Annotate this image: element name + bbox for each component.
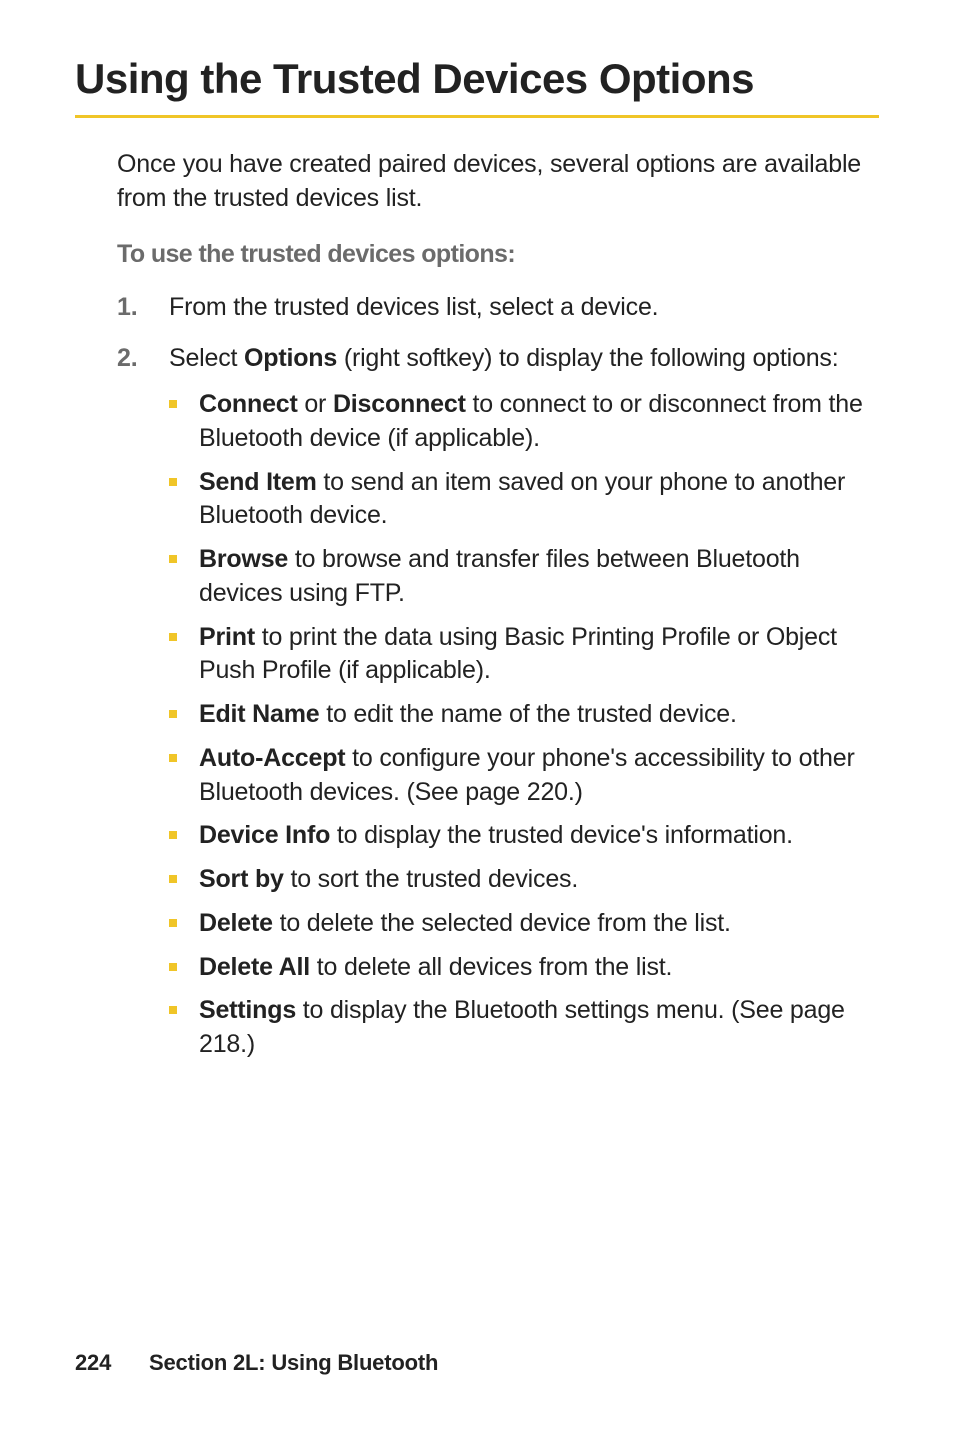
step-marker: 1.	[117, 291, 169, 325]
option-item: Settings to display the Bluetooth settin…	[169, 994, 879, 1062]
option-item: Delete to delete the selected device fro…	[169, 907, 879, 941]
option-text: Print to print the data using Basic Prin…	[199, 621, 879, 689]
option-rest: to print the data using Basic Printing P…	[199, 623, 837, 685]
option-rest: to edit the name of the trusted device.	[319, 700, 736, 728]
option-text: Delete All to delete all devices from th…	[199, 951, 879, 985]
step-marker: 2.	[117, 342, 169, 376]
option-bold: Browse	[199, 545, 288, 573]
step-prefix: Select	[169, 344, 244, 372]
option-bold: Settings	[199, 996, 296, 1024]
option-bold: Delete All	[199, 953, 310, 981]
bullet-icon	[169, 698, 199, 718]
option-item: Auto-Accept to configure your phone's ac…	[169, 742, 879, 810]
option-item: Edit Name to edit the name of the truste…	[169, 698, 879, 732]
option-text: Auto-Accept to configure your phone's ac…	[199, 742, 879, 810]
option-rest: to delete all devices from the list.	[310, 953, 672, 981]
option-item: Sort by to sort the trusted devices.	[169, 863, 879, 897]
bullet-icon	[169, 742, 199, 762]
option-text: Send Item to send an item saved on your …	[199, 466, 879, 534]
option-rest: to browse and transfer files between Blu…	[199, 545, 800, 607]
step-text: Select Options (right softkey) to displa…	[169, 342, 879, 1072]
option-bold: Delete	[199, 909, 273, 937]
page-title: Using the Trusted Devices Options	[75, 55, 879, 118]
option-text: Device Info to display the trusted devic…	[199, 819, 879, 853]
bullet-icon	[169, 543, 199, 563]
footer-page-number: 224	[75, 1350, 111, 1375]
step-bold: Options	[244, 344, 337, 372]
bullet-icon	[169, 466, 199, 486]
option-bold2: Disconnect	[333, 390, 466, 418]
option-item: Send Item to send an item saved on your …	[169, 466, 879, 534]
option-bold: Auto-Accept	[199, 744, 345, 772]
options-list: Connect or Disconnect to connect to or d…	[169, 388, 879, 1062]
step-suffix: (right softkey) to display the following…	[337, 344, 838, 372]
option-rest: to sort the trusted devices.	[284, 865, 578, 893]
option-rest: to delete the selected device from the l…	[273, 909, 731, 937]
bullet-icon	[169, 388, 199, 408]
page-footer: 224 Section 2L: Using Bluetooth	[75, 1350, 438, 1376]
option-item: Browse to browse and transfer files betw…	[169, 543, 879, 611]
step-text: From the trusted devices list, select a …	[169, 291, 879, 325]
bullet-icon	[169, 863, 199, 883]
bullet-icon	[169, 951, 199, 971]
steps-list: 1. From the trusted devices list, select…	[117, 291, 879, 1072]
option-bold: Send Item	[199, 468, 317, 496]
procedure-subheading: To use the trusted devices options:	[117, 240, 879, 269]
option-item: Print to print the data using Basic Prin…	[169, 621, 879, 689]
bullet-icon	[169, 994, 199, 1014]
option-bold: Connect	[199, 390, 298, 418]
option-bold: Print	[199, 623, 255, 651]
option-rest: to display the trusted device's informat…	[330, 821, 793, 849]
step-item: 2. Select Options (right softkey) to dis…	[117, 342, 879, 1072]
option-text: Edit Name to edit the name of the truste…	[199, 698, 879, 732]
intro-paragraph: Once you have created paired devices, se…	[117, 148, 879, 216]
option-item: Delete All to delete all devices from th…	[169, 951, 879, 985]
option-mid: or	[298, 390, 333, 418]
bullet-icon	[169, 819, 199, 839]
step-item: 1. From the trusted devices list, select…	[117, 291, 879, 325]
footer-section-label: Section 2L: Using Bluetooth	[149, 1350, 438, 1375]
option-text: Browse to browse and transfer files betw…	[199, 543, 879, 611]
option-bold: Device Info	[199, 821, 330, 849]
option-item: Device Info to display the trusted devic…	[169, 819, 879, 853]
option-rest: to display the Bluetooth settings menu. …	[199, 996, 845, 1058]
option-bold: Sort by	[199, 865, 284, 893]
bullet-icon	[169, 907, 199, 927]
option-text: Connect or Disconnect to connect to or d…	[199, 388, 879, 456]
bullet-icon	[169, 621, 199, 641]
option-text: Sort by to sort the trusted devices.	[199, 863, 879, 897]
option-text: Delete to delete the selected device fro…	[199, 907, 879, 941]
option-item: Connect or Disconnect to connect to or d…	[169, 388, 879, 456]
option-bold: Edit Name	[199, 700, 319, 728]
option-text: Settings to display the Bluetooth settin…	[199, 994, 879, 1062]
